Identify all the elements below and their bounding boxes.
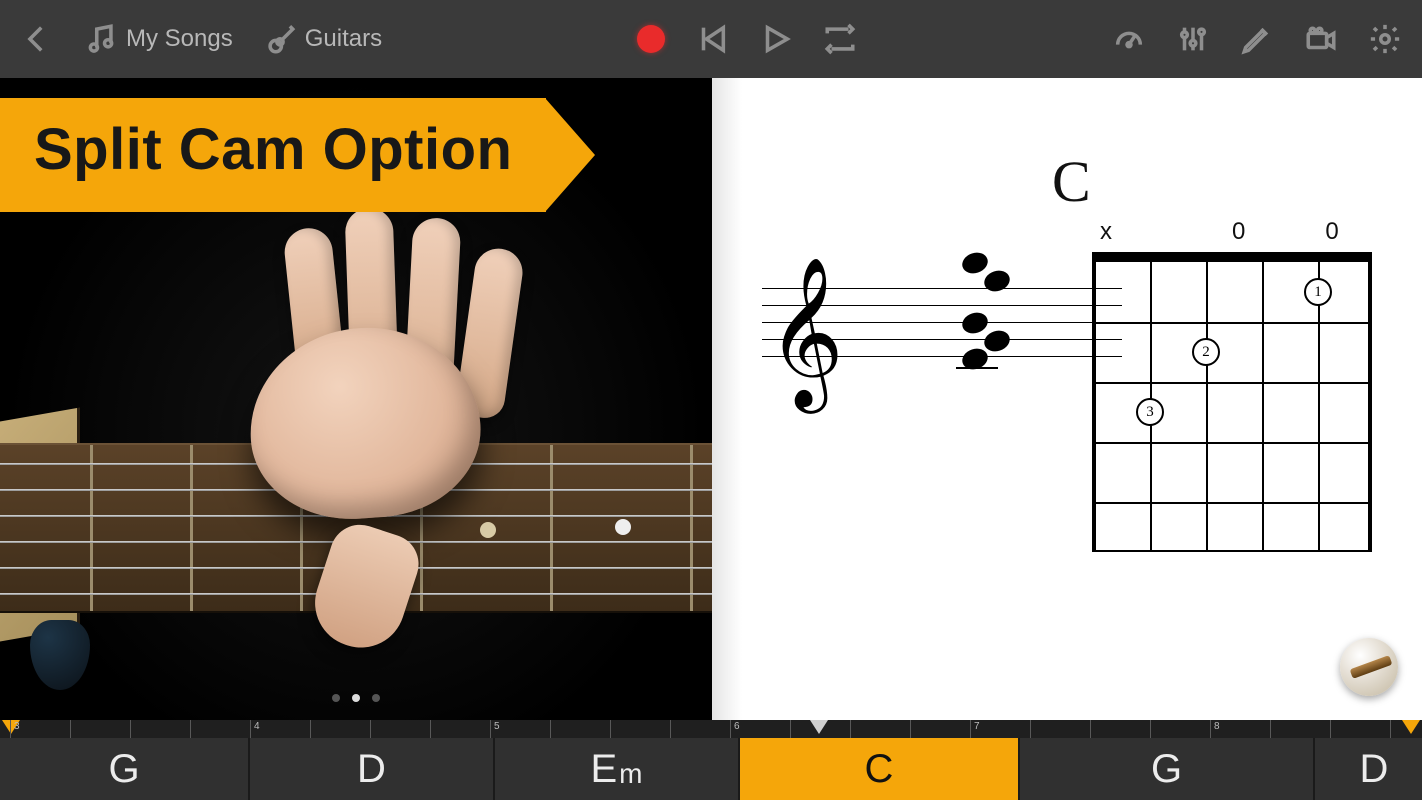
chord-cell-1[interactable]: D — [250, 738, 495, 800]
record-button[interactable] — [637, 25, 665, 53]
loop-end-handle[interactable] — [1402, 720, 1420, 734]
chord-timeline[interactable]: G D Em C G D — [0, 720, 1422, 800]
finger-dot-3: 3 — [1136, 398, 1164, 426]
timeline-ruler[interactable] — [0, 720, 1422, 738]
chord-label: D — [357, 747, 386, 792]
rewind-button[interactable] — [695, 22, 729, 56]
notation-pane: C 𝄞 x 0 0 — [712, 78, 1422, 720]
feature-banner-text: Split Cam Option — [0, 98, 546, 212]
guitar-thumbnail-button[interactable] — [1340, 638, 1398, 696]
chord-label: G — [1151, 747, 1182, 792]
guitar-icon — [263, 22, 297, 56]
top-toolbar: My Songs Guitars — [0, 0, 1422, 78]
loop-icon — [823, 22, 857, 56]
chord-cell-2[interactable]: Em — [495, 738, 740, 800]
fretboard-grid: 1 2 3 — [1092, 252, 1372, 552]
finger-dot-2: 2 — [1192, 338, 1220, 366]
chord-diagram: x 0 0 1 2 3 — [1092, 218, 1392, 552]
chord-label: C — [865, 747, 894, 792]
mixer-button[interactable] — [1176, 22, 1210, 56]
chord-label: D — [1360, 747, 1389, 792]
settings-button[interactable] — [1368, 22, 1402, 56]
chord-cell-5[interactable]: D — [1315, 738, 1422, 800]
chord-cell-4[interactable]: G — [1020, 738, 1315, 800]
finger-dot-1: 1 — [1304, 278, 1332, 306]
chord-sublabel: m — [619, 758, 642, 790]
treble-clef-icon: 𝄞 — [767, 268, 844, 398]
gear-icon — [1368, 22, 1402, 56]
tempo-button[interactable] — [1112, 22, 1146, 56]
main-split: Split Cam Option — [0, 78, 1422, 720]
guitars-button[interactable]: Guitars — [263, 22, 382, 56]
skip-back-icon — [695, 22, 729, 56]
chord-cell-0[interactable]: G — [0, 738, 250, 800]
open-marker-0: x — [1100, 218, 1112, 246]
sliders-icon — [1176, 22, 1210, 56]
play-button[interactable] — [759, 22, 793, 56]
chord-label: E — [590, 747, 617, 792]
play-icon — [759, 22, 793, 56]
pencil-icon — [1240, 22, 1274, 56]
my-songs-label: My Songs — [126, 25, 233, 53]
open-marker-5: 0 — [1325, 218, 1338, 246]
camera-icon — [1304, 22, 1338, 56]
chord-cell-3[interactable]: C — [740, 738, 1020, 800]
guitars-label: Guitars — [305, 25, 382, 53]
playhead-marker[interactable] — [810, 720, 828, 734]
chords-row: G D Em C G D — [0, 738, 1422, 800]
camera-button[interactable] — [1304, 22, 1338, 56]
chevron-left-icon — [20, 22, 54, 56]
music-note-icon — [84, 22, 118, 56]
guitar-pick-icon — [30, 620, 90, 690]
feature-banner: Split Cam Option — [0, 98, 595, 212]
chord-label: G — [108, 747, 139, 792]
chord-name: C — [1052, 148, 1091, 215]
back-button[interactable] — [20, 22, 54, 56]
edit-button[interactable] — [1240, 22, 1274, 56]
my-songs-button[interactable]: My Songs — [84, 22, 233, 56]
speedometer-icon — [1112, 22, 1146, 56]
page-indicator[interactable] — [332, 694, 380, 702]
hand-model — [210, 268, 530, 588]
open-string-row: x 0 0 — [1100, 218, 1392, 246]
loop-button[interactable] — [823, 22, 857, 56]
guitar-3d-view[interactable]: Split Cam Option — [0, 78, 712, 720]
open-marker-3: 0 — [1232, 218, 1245, 246]
banner-tail-shape — [545, 98, 595, 212]
record-icon — [637, 25, 665, 53]
